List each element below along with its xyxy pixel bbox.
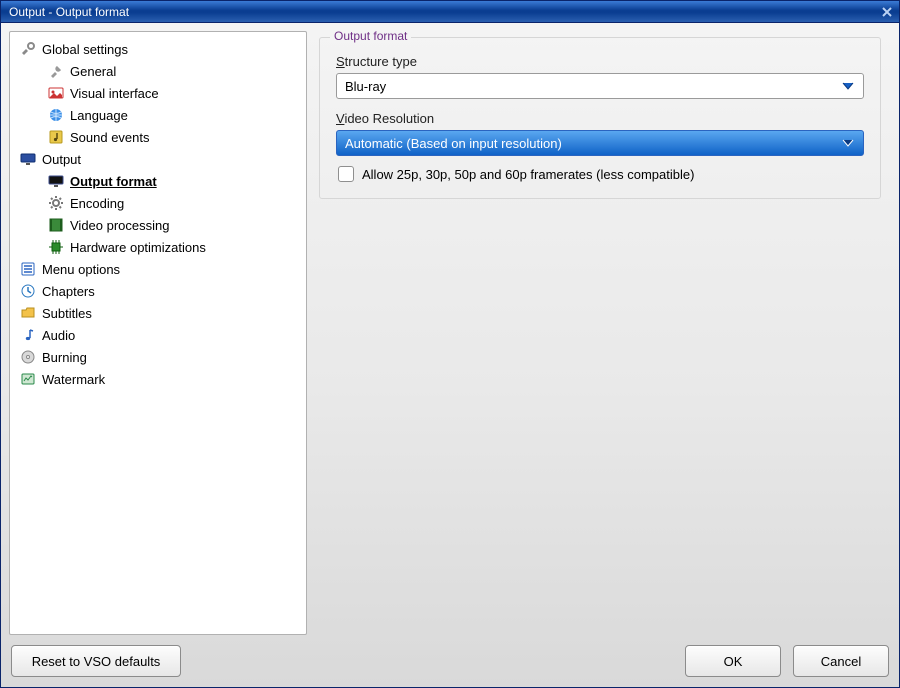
tree-item-visual[interactable]: Visual interface — [44, 82, 304, 104]
tree-item-audio[interactable]: Audio — [16, 324, 304, 346]
tree-item-label: Language — [70, 108, 128, 123]
tree-item-encoding[interactable]: Encoding — [44, 192, 304, 214]
video-resolution-select[interactable]: Automatic (Based on input resolution) — [336, 130, 864, 156]
upper-area: Global settings General Visual interface La… — [9, 31, 891, 635]
tree-item-label: Output format — [70, 174, 157, 189]
tree-item-label: Hardware optimizations — [70, 240, 206, 255]
chip-icon — [48, 239, 64, 255]
reset-defaults-button[interactable]: Reset to VSO defaults — [11, 645, 181, 677]
window-title: Output - Output format — [9, 5, 129, 19]
tool-icon — [48, 63, 64, 79]
image-icon — [48, 85, 64, 101]
ok-button[interactable]: OK — [685, 645, 781, 677]
tree-item-label: Subtitles — [42, 306, 92, 321]
tree-item-label: Visual interface — [70, 86, 159, 101]
tree-item-global[interactable]: Global settings — [16, 38, 304, 60]
globe-icon — [48, 107, 64, 123]
close-button[interactable] — [879, 4, 895, 20]
tree-item-watermark[interactable]: Watermark — [16, 368, 304, 390]
tree-item-label: Encoding — [70, 196, 124, 211]
monitor2-icon — [48, 173, 64, 189]
output-format-group: Output format Structure type Blu-ray Vid… — [319, 37, 881, 199]
settings-tree[interactable]: Global settings General Visual interface La… — [9, 31, 307, 635]
music-icon — [48, 129, 64, 145]
folder-icon — [20, 305, 36, 321]
gear-icon — [48, 195, 64, 211]
tools-icon — [20, 41, 36, 57]
close-icon — [881, 6, 893, 18]
tree-item-burning[interactable]: Burning — [16, 346, 304, 368]
watermark-icon — [20, 371, 36, 387]
tree-item-label: Sound events — [70, 130, 150, 145]
structure-type-label: Structure type — [336, 54, 864, 69]
tree-item-sound[interactable]: Sound events — [44, 126, 304, 148]
tree-item-output[interactable]: Output — [16, 148, 304, 170]
tree-item-label: Menu options — [42, 262, 120, 277]
content-panel: Output format Structure type Blu-ray Vid… — [319, 31, 891, 635]
tree-item-subtitles[interactable]: Subtitles — [16, 302, 304, 324]
button-bar: Reset to VSO defaults OK Cancel — [9, 643, 891, 679]
dropdown-arrow-icon — [839, 77, 857, 95]
tree-item-label: Output — [42, 152, 81, 167]
tree-item-output-format[interactable]: Output format — [44, 170, 304, 192]
note-icon — [20, 327, 36, 343]
dropdown-arrow-icon — [839, 134, 857, 152]
menu-icon — [20, 261, 36, 277]
structure-type-value: Blu-ray — [345, 79, 386, 94]
tree-item-general[interactable]: General — [44, 60, 304, 82]
monitor-icon — [20, 151, 36, 167]
framerate-checkbox-label: Allow 25p, 30p, 50p and 60p framerates (… — [362, 167, 694, 182]
tree-item-menuopt[interactable]: Menu options — [16, 258, 304, 280]
tree-item-label: Global settings — [42, 42, 128, 57]
title-bar: Output - Output format — [1, 1, 899, 23]
tree-item-label: Watermark — [42, 372, 105, 387]
client-area: Global settings General Visual interface La… — [1, 23, 899, 687]
tree-item-label: Chapters — [42, 284, 95, 299]
cancel-button[interactable]: Cancel — [793, 645, 889, 677]
video-resolution-value: Automatic (Based on input resolution) — [345, 136, 562, 151]
film-icon — [48, 217, 64, 233]
structure-type-select[interactable]: Blu-ray — [336, 73, 864, 99]
video-resolution-label: Video Resolution — [336, 111, 864, 126]
clock-icon — [20, 283, 36, 299]
checkbox-icon[interactable] — [338, 166, 354, 182]
tree-item-chapters[interactable]: Chapters — [16, 280, 304, 302]
tree-item-label: Audio — [42, 328, 75, 343]
tree-item-label: Burning — [42, 350, 87, 365]
framerate-checkbox-row[interactable]: Allow 25p, 30p, 50p and 60p framerates (… — [336, 166, 864, 182]
group-title: Output format — [330, 29, 411, 43]
tree-item-language[interactable]: Language — [44, 104, 304, 126]
disc-icon — [20, 349, 36, 365]
tree-item-label: General — [70, 64, 116, 79]
tree-item-label: Video processing — [70, 218, 170, 233]
tree-item-hwopt[interactable]: Hardware optimizations — [44, 236, 304, 258]
tree-item-videoproc[interactable]: Video processing — [44, 214, 304, 236]
